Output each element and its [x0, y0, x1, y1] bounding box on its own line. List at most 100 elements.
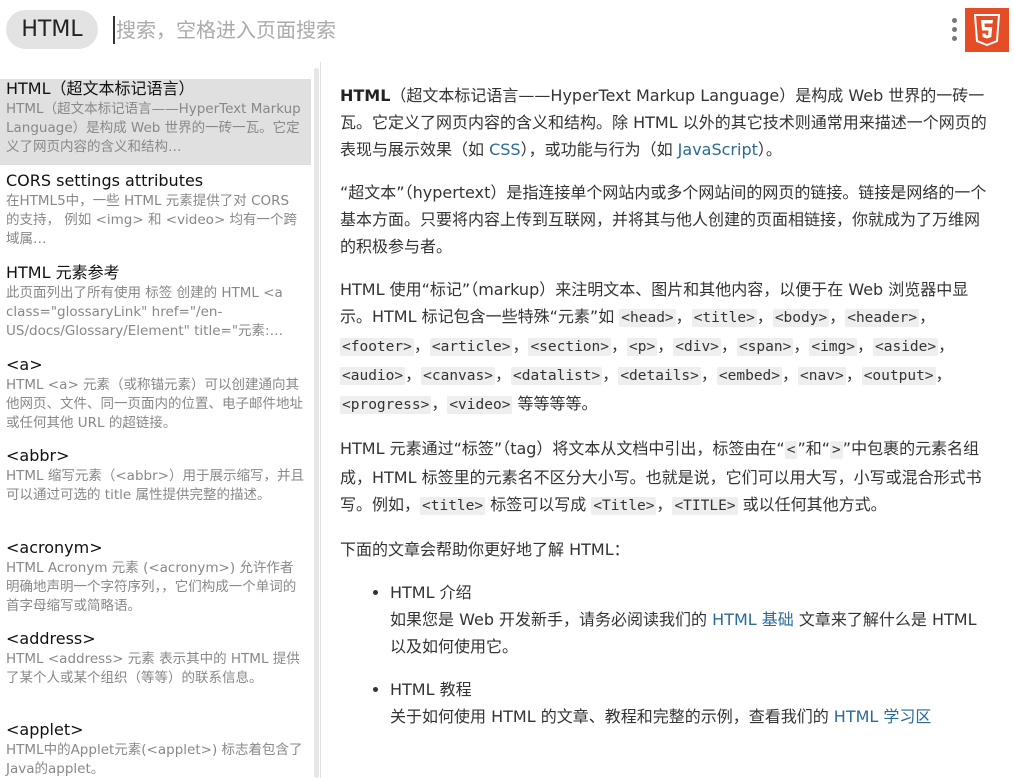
sidebar-item-title: HTML 元素参考 [6, 263, 120, 282]
search-input[interactable] [116, 14, 816, 46]
term-html: HTML [340, 86, 391, 105]
sidebar-item-acronym[interactable]: <acronym> HTML Acronym 元素 (<acronym>) 允许… [0, 538, 311, 616]
markup-paragraph: HTML 使用“标记”（markup）来注明文本、图片和其他内容，以便于在 We… [340, 276, 995, 419]
text: 如果您是 Web 开发新手，请务必阅读我们的 [390, 610, 713, 629]
element-tag[interactable]: <header> [845, 309, 920, 327]
list-item-desc: 如果您是 Web 开发新手，请务必阅读我们的 HTML 基础 文章来了解什么是 … [390, 606, 995, 660]
text: HTML 元素通过“标签”（tag）将文本从文档中引出，标签由在“ [340, 439, 785, 458]
tag-pill[interactable]: HTML [6, 10, 98, 49]
sidebar-item-title: <abbr> [6, 446, 70, 465]
list-item-title: HTML 介绍 [390, 583, 472, 602]
separator: ， [657, 336, 674, 355]
sidebar-item-a[interactable]: <a> HTML <a> 元素（或称锚元素）可以创建通向其他网页、文件、同一页面… [0, 355, 311, 433]
top-bar: HTML [0, 0, 1014, 62]
link-css[interactable]: CSS [489, 140, 520, 159]
guide-list: HTML 介绍 如果您是 Web 开发新手，请务必阅读我们的 HTML 基础 文… [340, 579, 995, 730]
element-tag[interactable]: <aside> [873, 338, 939, 356]
sidebar-item-desc: HTML 缩写元素（<abbr>）用于展示缩写，并且可以通过可选的 title … [6, 468, 304, 503]
element-tag[interactable]: <footer> [340, 338, 414, 356]
text-caret [113, 16, 115, 44]
sidebar-item-desc: 在HTML5中，一些 HTML 元素提供了对 CORS 的支持， 例如 <img… [6, 193, 298, 247]
separator: ， [845, 365, 862, 384]
separator: ， [938, 336, 955, 355]
element-tag[interactable]: <embed> [716, 367, 783, 385]
separator: ， [935, 365, 952, 384]
sidebar-item-title: HTML（超文本标记语言） [6, 79, 195, 98]
element-tag[interactable]: <section> [528, 338, 612, 356]
element-tag[interactable]: <audio> [340, 367, 406, 385]
code-lt: < [784, 441, 798, 459]
sidebar-item-abbr[interactable]: <abbr> HTML 缩写元素（<abbr>）用于展示缩写，并且可以通过可选的… [0, 446, 311, 505]
list-item: HTML 介绍 如果您是 Web 开发新手，请务必阅读我们的 HTML 基础 文… [390, 579, 995, 660]
sidebar-item-cors[interactable]: CORS settings attributes 在HTML5中，一些 HTML… [0, 171, 311, 249]
element-tag[interactable]: <div> [673, 338, 721, 356]
separator: ， [700, 365, 717, 384]
separator: ， [494, 365, 511, 384]
element-tag[interactable]: <output> [861, 367, 936, 385]
text: ），或功能与行为（如 [520, 140, 678, 159]
element-tag[interactable]: <canvas> [421, 367, 495, 385]
separator: ， [782, 365, 799, 384]
more-menu-icon[interactable] [946, 14, 962, 48]
sidebar-scrollbar[interactable] [314, 68, 319, 778]
separator: ， [405, 365, 422, 384]
sidebar-item-desc: HTML（超文本标记语言——HyperText Markup Language）… [6, 101, 301, 155]
sidebar-item-desc: 此页面列出了所有使用 标签 创建的 HTML <a class="glossar… [6, 285, 284, 339]
list-item: HTML 教程 关于如何使用 HTML 的文章、教程和完整的示例，查看我们的 H… [390, 676, 995, 730]
sidebar-item-title: <a> [6, 355, 43, 374]
sidebar-item-title: <address> [6, 629, 96, 648]
text: ， [656, 495, 673, 514]
element-tag[interactable]: <body> [772, 309, 830, 327]
sidebar-item-title: <acronym> [6, 538, 103, 557]
separator: ， [829, 307, 846, 326]
element-tag[interactable]: <img> [809, 338, 857, 356]
element-tag[interactable]: <span> [736, 338, 794, 356]
code-title-mixed: <Title> [591, 497, 657, 515]
sidebar-item-html[interactable]: HTML（超文本标记语言） HTML（超文本标记语言——HyperText Ma… [0, 79, 311, 165]
hypertext-paragraph: “超文本”（hypertext）是指连接单个网站内或多个网站间的网页的链接。链接… [340, 183, 987, 256]
sidebar-item-desc: HTML <address> 元素 表示其中的 HTML 提供了某个人或某个组织… [6, 651, 300, 686]
element-tag[interactable]: <progress> [340, 396, 432, 414]
text: 关于如何使用 HTML 的文章、教程和完整的示例，查看我们的 [390, 707, 834, 726]
sidebar-item-applet[interactable]: <applet> HTML中的Applet元素(<applet>) 标志着包含了… [0, 720, 311, 778]
element-tag[interactable]: <details> [618, 367, 701, 385]
element-tag[interactable]: <p> [627, 338, 658, 356]
sidebar-item-address[interactable]: <address> HTML <address> 元素 表示其中的 HTML 提… [0, 629, 311, 688]
text: ）。 [757, 140, 782, 159]
separator: ， [857, 336, 874, 355]
text: 等等等等。 [512, 394, 598, 413]
list-item-desc: 关于如何使用 HTML 的文章、教程和完整的示例，查看我们的 HTML 学习区 [390, 703, 995, 730]
element-tag[interactable]: <title> [691, 309, 757, 327]
element-tag[interactable]: <article> [429, 338, 513, 356]
link-html-basics[interactable]: HTML 基础 [712, 610, 794, 629]
element-tag[interactable]: <video> [447, 396, 513, 414]
separator: ， [611, 336, 628, 355]
sidebar-item-title: CORS settings attributes [6, 171, 204, 190]
link-javascript[interactable]: JavaScript [678, 140, 758, 159]
separator: ， [602, 365, 619, 384]
sidebar-item-element-reference[interactable]: HTML 元素参考 此页面列出了所有使用 标签 创建的 HTML <a clas… [0, 263, 311, 341]
separator: ， [720, 336, 737, 355]
element-tag[interactable]: <datalist> [510, 367, 603, 385]
sidebar-item-desc: HTML中的Applet元素(<applet>) 标志着包含了Java的appl… [6, 742, 303, 777]
text: ”和“ [797, 439, 831, 458]
sidebar-item-desc: HTML Acronym 元素 (<acronym>) 允许作者明确地声明一个字… [6, 560, 297, 614]
list-item-title: HTML 教程 [390, 680, 472, 699]
element-tag[interactable]: <nav> [798, 367, 846, 385]
separator: ， [431, 394, 448, 413]
separator: ， [756, 307, 773, 326]
separator: ， [512, 336, 529, 355]
sidebar: HTML（超文本标记语言） HTML（超文本标记语言——HyperText Ma… [0, 62, 321, 778]
separator: ， [793, 336, 810, 355]
code-title: <title> [420, 497, 486, 515]
element-tag[interactable]: <head> [619, 309, 676, 327]
html5-logo-icon[interactable] [965, 8, 1009, 52]
tag-paragraph: HTML 元素通过“标签”（tag）将文本从文档中引出，标签由在“ < ”和“ > ”中… [340, 435, 995, 520]
sidebar-item-desc: HTML <a> 元素（或称锚元素）可以创建通向其他网页、文件、同一页面内的位置… [6, 377, 303, 431]
code-gt: > [830, 441, 843, 459]
article-content: HTML（超文本标记语言——HyperText Markup Language）… [322, 62, 1014, 778]
sidebar-item-title: <applet> [6, 720, 84, 739]
code-title-upper: <TITLE> [672, 497, 738, 515]
link-html-learning-area[interactable]: HTML 学习区 [834, 707, 932, 726]
text: 或以任何其他方式。 [737, 495, 887, 514]
